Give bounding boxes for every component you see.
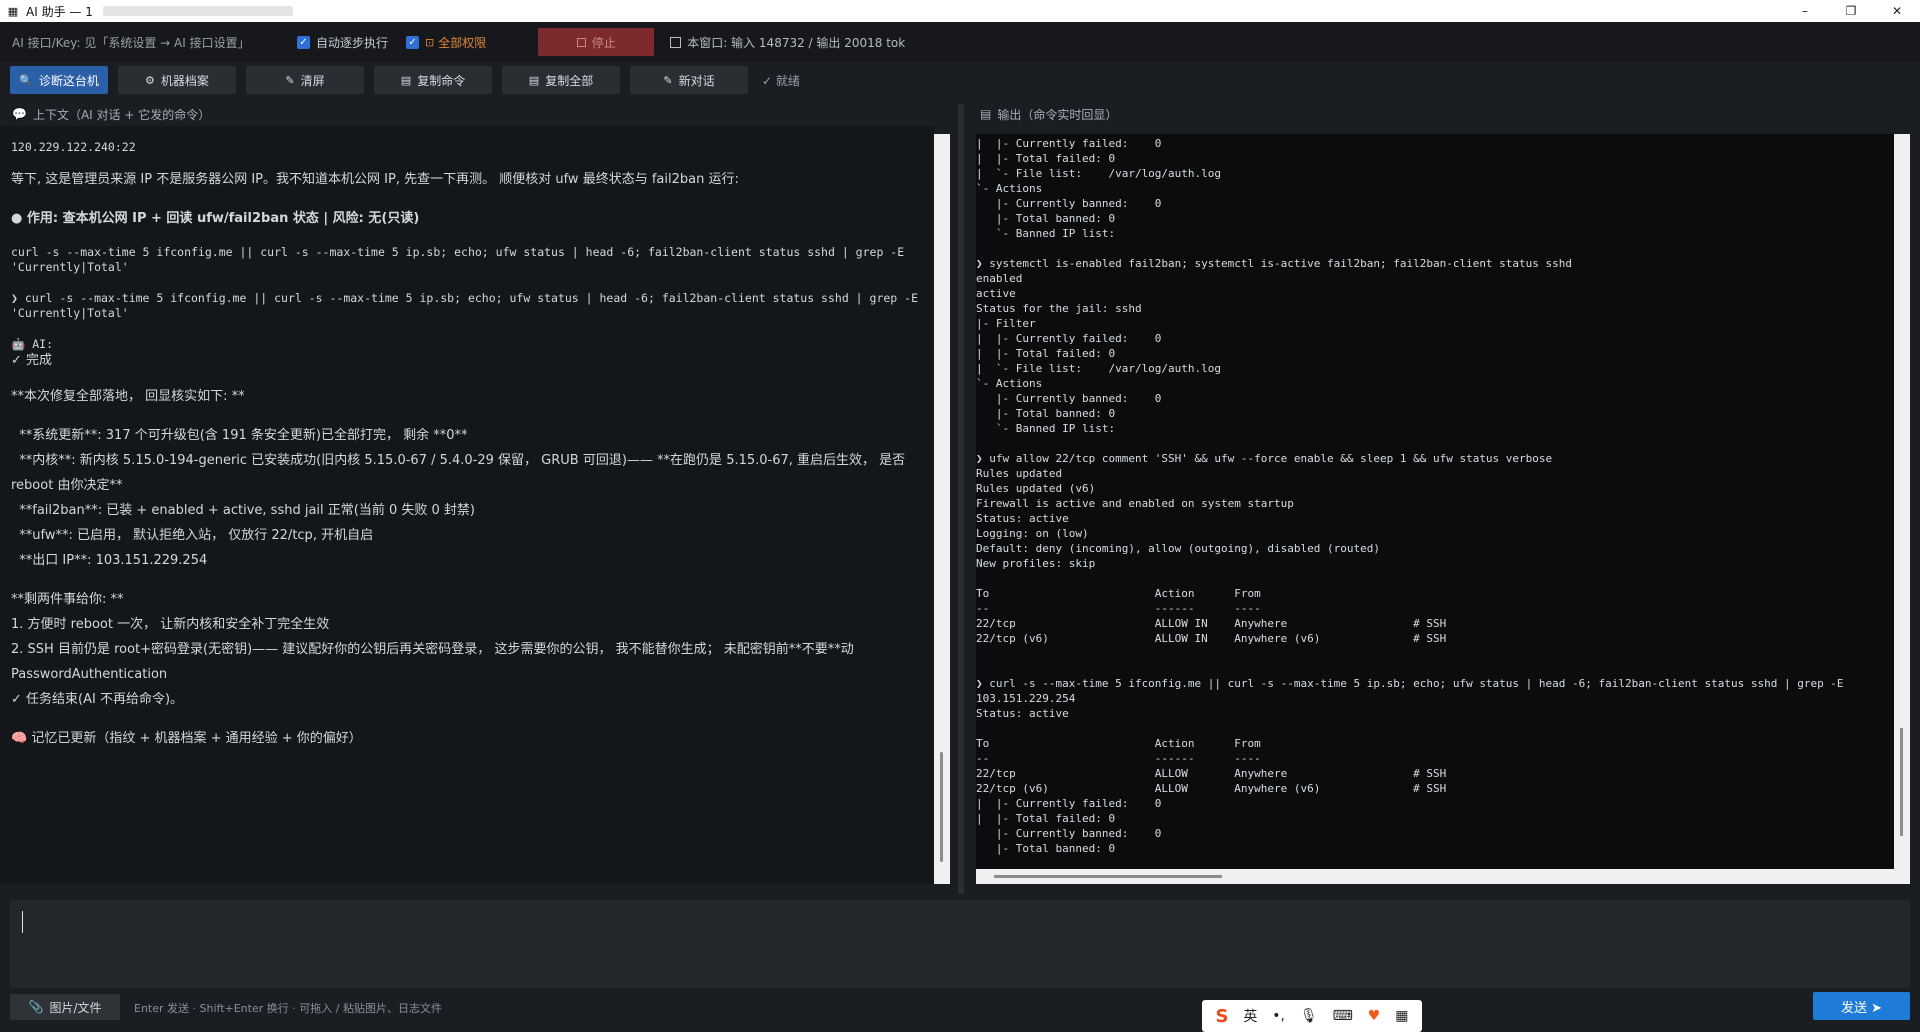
output-panel[interactable]: | |- Currently failed: 0 | |- Total fail… <box>976 134 1894 869</box>
executed-command[interactable]: ❯ curl -s --max-time 5 ifconfig.me || cu… <box>11 291 922 321</box>
attach-file-label: 图片/文件 <box>49 1000 102 1015</box>
microphone-icon[interactable]: 🎙 <box>1300 1008 1318 1024</box>
send-button[interactable]: 发送 ➤ <box>1813 992 1910 1020</box>
terminal-icon: ▤ <box>980 107 992 121</box>
remaining-item: PasswordAuthentication <box>11 667 168 682</box>
summary-item: **出口 IP**: 103.151.229.254 <box>11 553 208 568</box>
machine-profile-button[interactable]: ⚙ 机器档案 <box>118 66 236 94</box>
remaining-title: **剩两件事给你: ** <box>11 592 124 607</box>
stop-button[interactable]: 停止 <box>538 28 655 56</box>
brain-icon: 🧠 <box>11 731 32 746</box>
sogou-logo-icon[interactable]: S <box>1215 1006 1228 1027</box>
ai-label-text: AI: <box>32 337 54 351</box>
machine-profile-label: 机器档案 <box>160 73 209 88</box>
task-end-text: ✓ 任务结束(AI 不再给命令)。 <box>11 692 184 707</box>
ime-punctuation[interactable]: •, <box>1272 1008 1285 1024</box>
token-usage-text: 本窗口: 输入 148732 / 输出 20018 tok <box>687 35 906 50</box>
remaining-item: 1. 方便时 reboot 一次， 让新内核和安全补丁完全生效 <box>11 617 330 632</box>
bottom-bar: 📎 图片/文件 Enter 发送 · Shift+Enter 换行 · 可拖入 … <box>0 990 1920 1032</box>
brush-icon: ✎ <box>285 73 295 87</box>
search-icon: 🔍 <box>19 73 33 87</box>
clipboard-icon: ▤ <box>528 73 540 87</box>
robot-icon: 🤖 <box>11 337 33 351</box>
keyboard-icon[interactable]: ⌨ <box>1333 1008 1353 1024</box>
summary-item: **fail2ban**: 已装 + enabled + active, ssh… <box>11 503 476 518</box>
diagnose-button[interactable]: 🔍 诊断这台机 <box>10 66 108 94</box>
copy-command-label: 复制命令 <box>417 73 466 88</box>
input-hint: Enter 发送 · Shift+Enter 换行 · 可拖入 / 粘贴图片、日… <box>134 1002 442 1015</box>
copy-command-button[interactable]: ▤ 复制命令 <box>374 66 492 94</box>
text-caret <box>22 911 23 933</box>
clear-label: 清屏 <box>300 73 325 88</box>
diagnose-label: 诊断这台机 <box>38 73 99 88</box>
copy-all-button[interactable]: ▤ 复制全部 <box>502 66 620 94</box>
context-panel[interactable]: 120.229.122.240:22 等下, 这是管理员来源 IP 不是服务器公… <box>0 126 934 884</box>
summary-item: **系统更新**: 317 个可升级包(含 191 条安全更新)已全部打完， 剩… <box>11 428 468 443</box>
attach-file-button[interactable]: 📎 图片/文件 <box>10 994 120 1020</box>
pen-icon: ✎ <box>663 73 673 87</box>
message-input[interactable] <box>10 900 1910 988</box>
status-text: ✓ 就绪 <box>762 73 800 88</box>
remaining-item: 2. SSH 目前仍是 root+密码登录(无密钥)—— 建议配好你的公钥后再关… <box>11 642 854 657</box>
chat-bubble-icon: 💬 <box>12 107 27 121</box>
done-text: ✓ 完成 <box>11 353 53 368</box>
output-header-label: 输出（命令实时回显） <box>997 107 1118 122</box>
context-panel-header: 💬 上下文（AI 对话 + 它发的命令） <box>0 104 950 124</box>
ai-message: 等下, 这是管理员来源 IP 不是服务器公网 IP。我不知道本机公网 IP, 先… <box>11 172 739 187</box>
toolbar: 🔍 诊断这台机 ⚙ 机器档案 ✎ 清屏 ▤ 复制命令 ▤ 复制全部 ✎ 新对话 … <box>0 62 1920 98</box>
full-permission-label: 全部权限 <box>438 35 487 50</box>
auto-step-label: 自动逐步执行 <box>316 35 389 50</box>
paperclip-icon: 📎 <box>28 1000 44 1014</box>
panel-splitter[interactable] <box>958 104 964 894</box>
window-title: AI 助手 — 1 <box>26 4 93 19</box>
summary-title: **本次修复全部落地， 回显核实如下: ** <box>11 389 245 404</box>
output-panel-header: ▤ 输出（命令实时回显） <box>976 104 1920 124</box>
new-chat-button[interactable]: ✎ 新对话 <box>630 66 748 94</box>
ime-toolbar[interactable]: S 英 •, 🎙 ⌨ ♥ ▦ <box>1202 1000 1422 1032</box>
settings-bar: AI 接口/Key: 见「系统设置 → AI 接口设置」 ✓ 自动逐步执行 ✓ … <box>0 22 1920 62</box>
ime-language[interactable]: 英 <box>1243 1006 1257 1026</box>
proposed-command[interactable]: curl -s --max-time 5 ifconfig.me || curl… <box>11 245 922 275</box>
summary-item: reboot 由你决定** <box>11 478 123 493</box>
maximize-button[interactable]: ❐ <box>1828 0 1874 22</box>
title-bar: ▦ AI 助手 — 1 – ❐ ✕ <box>0 0 1920 22</box>
api-key-hint: AI 接口/Key: 见「系统设置 → AI 接口设置」 <box>12 35 250 50</box>
output-text: | |- Currently failed: 0 | |- Total fail… <box>976 137 1844 855</box>
checkbox-checked-icon: ✓ <box>297 35 310 49</box>
token-usage: 本窗口: 输入 148732 / 输出 20018 tok <box>670 34 905 51</box>
checkbox-checked-icon: ✓ <box>406 35 420 49</box>
window-icon <box>670 36 682 48</box>
clear-button[interactable]: ✎ 清屏 <box>246 66 364 94</box>
clipboard-icon: ▤ <box>400 73 412 87</box>
full-permission-checkbox[interactable]: ✓ ⊡ 全部权限 <box>406 34 486 51</box>
stop-icon <box>576 37 586 47</box>
stop-label: 停止 <box>591 35 616 50</box>
auto-step-checkbox[interactable]: ✓ 自动逐步执行 <box>297 34 388 51</box>
new-chat-label: 新对话 <box>678 73 715 88</box>
output-vertical-scrollbar-thumb[interactable] <box>1900 728 1903 836</box>
minimize-button[interactable]: – <box>1782 0 1828 22</box>
context-header-label: 上下文（AI 对话 + 它发的命令） <box>32 107 211 122</box>
brain-icon: ⚙ <box>145 73 155 87</box>
memory-updated-text: 记忆已更新（指纹 + 机器档案 + 通用经验 + 你的偏好） <box>31 731 362 746</box>
memory-updated: 🧠 记忆已更新（指纹 + 机器档案 + 通用经验 + 你的偏好） <box>11 726 922 751</box>
unlock-icon: ⊡ <box>425 35 435 49</box>
summary-item: **内核**: 新内核 5.15.0-194-generic 已安装成功(旧内核… <box>11 453 906 468</box>
address-line: 120.229.122.240:22 <box>11 140 136 154</box>
ai-label: 🤖 AI: <box>11 337 922 352</box>
app-icon: ▦ <box>7 4 19 18</box>
action-summary: ● 作用: 查本机公网 IP + 回读 ufw/fail2ban 状态 | 风险… <box>11 211 420 226</box>
context-scrollbar-thumb[interactable] <box>940 752 943 862</box>
copy-all-label: 复制全部 <box>545 73 594 88</box>
output-horizontal-scrollbar-thumb[interactable] <box>994 875 1222 878</box>
summary-item: **ufw**: 已启用， 默认拒绝入站， 仅放行 22/tcp, 开机自启 <box>11 528 374 543</box>
apps-grid-icon[interactable]: ▦ <box>1395 1008 1408 1024</box>
title-redacted <box>102 6 293 16</box>
skin-icon[interactable]: ♥ <box>1368 1008 1381 1024</box>
close-button[interactable]: ✕ <box>1874 0 1920 22</box>
